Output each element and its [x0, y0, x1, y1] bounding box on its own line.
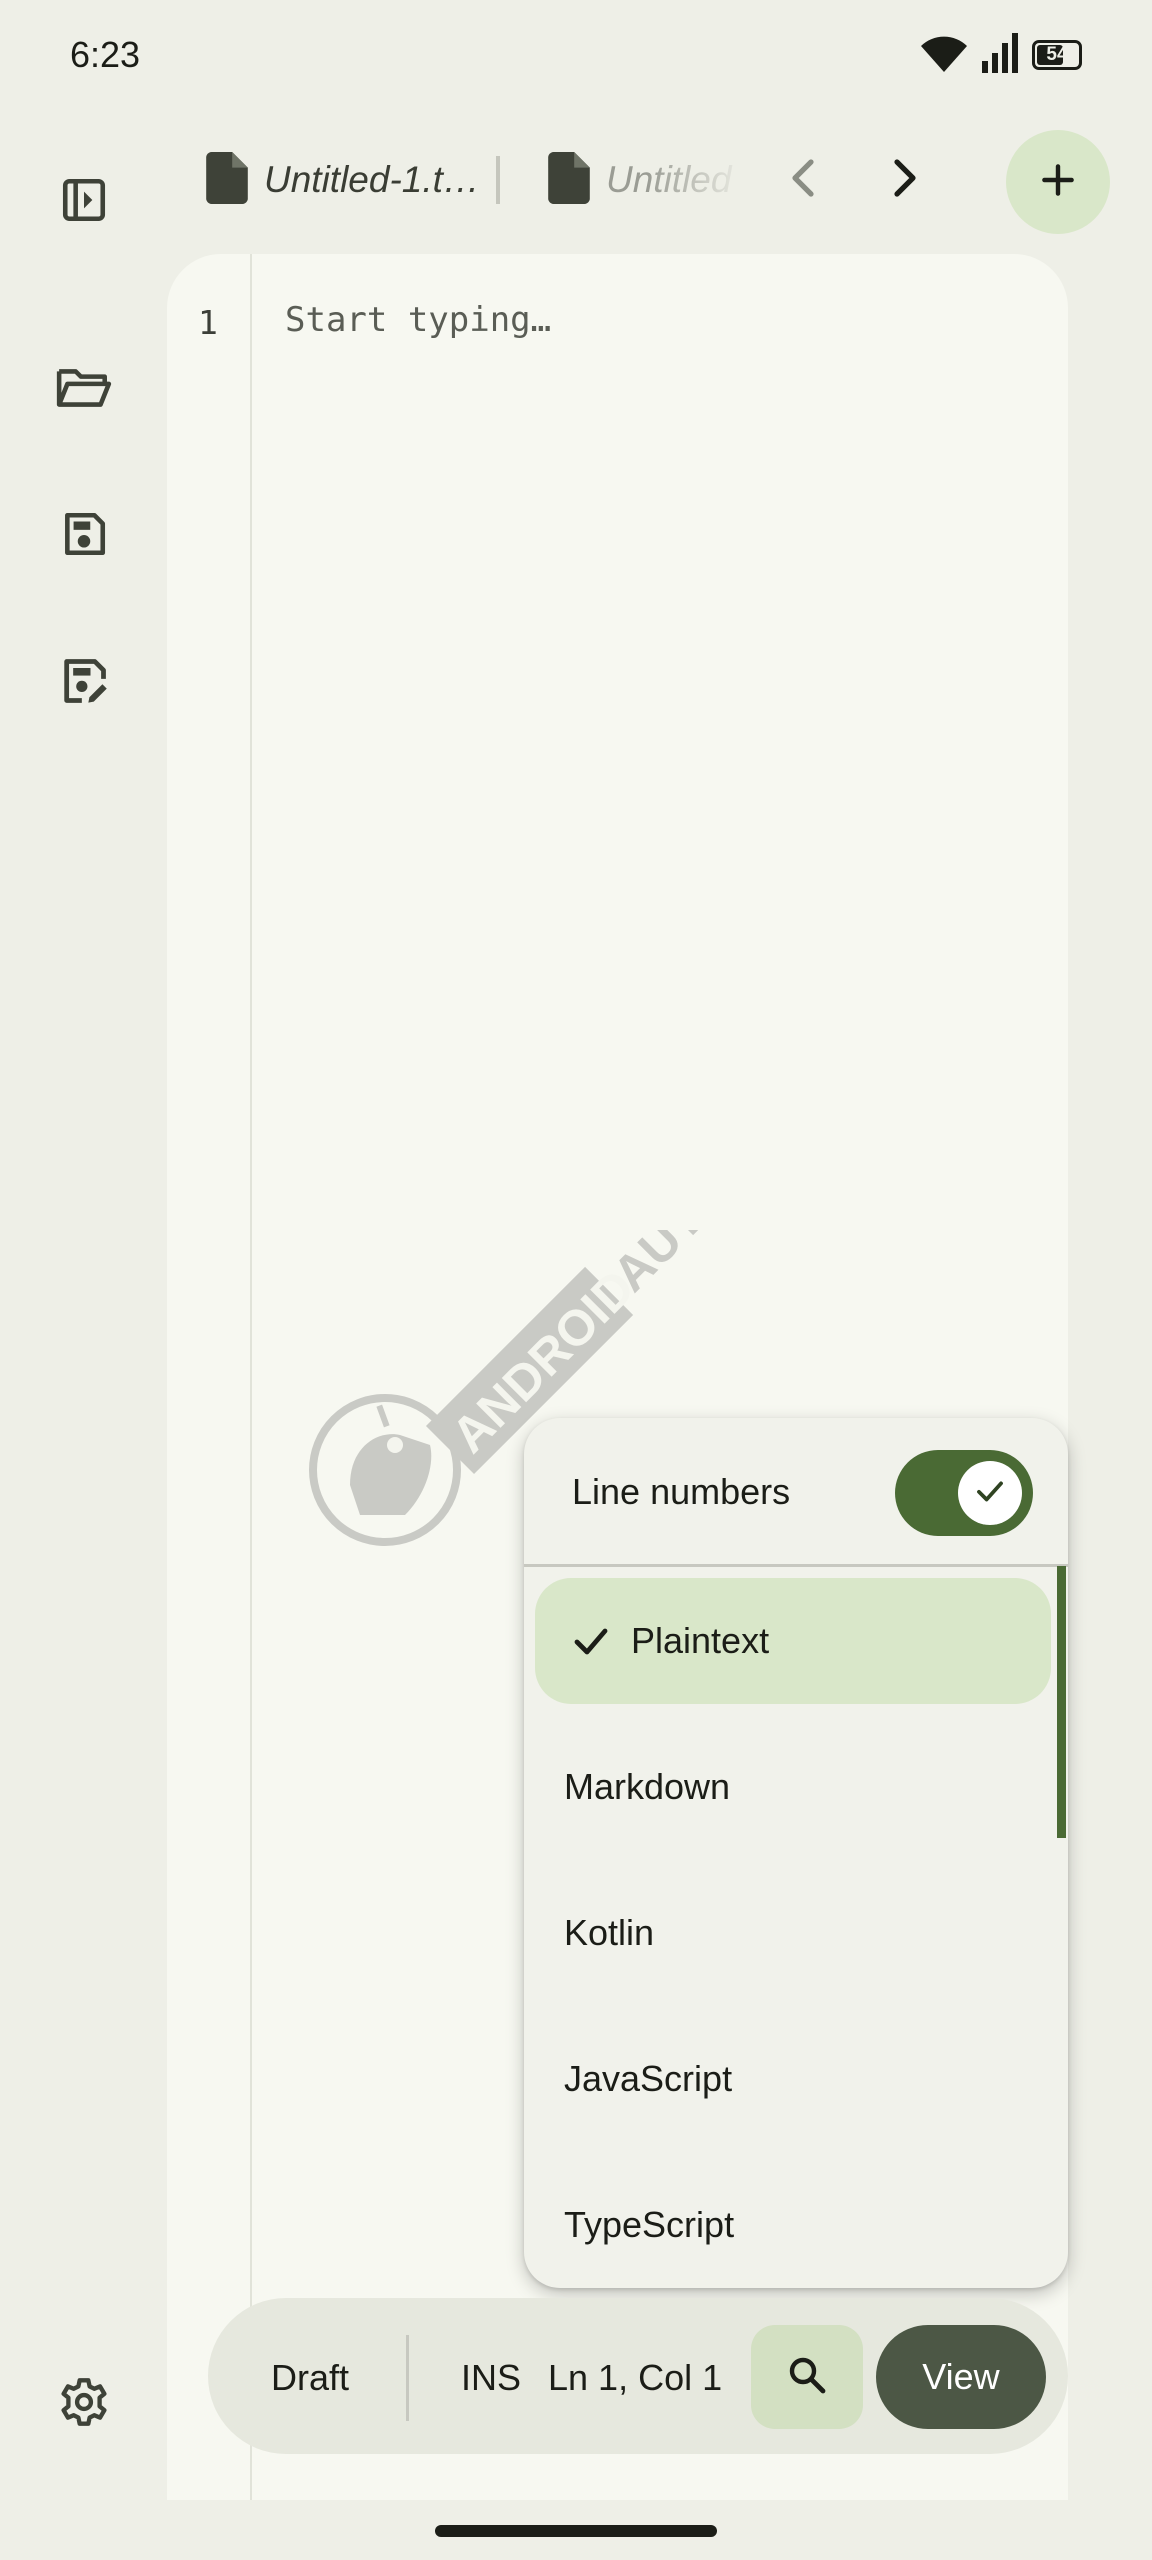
menu-item-label: Markdown — [564, 1766, 731, 1807]
tab-label: Untitled — [606, 159, 732, 200]
wifi-icon — [920, 33, 968, 78]
view-button[interactable]: View — [876, 2325, 1046, 2429]
menu-item-typescript[interactable]: TypeScript — [524, 2162, 1064, 2288]
line-numbers-label: Line numbers — [572, 1471, 791, 1512]
search-button[interactable] — [751, 2325, 863, 2429]
chevron-right-icon — [891, 158, 919, 203]
line-numbers-row[interactable]: Line numbers — [524, 1418, 1068, 1566]
chevron-left-icon — [789, 158, 817, 203]
save-as-icon — [58, 655, 110, 712]
check-icon — [973, 1474, 1007, 1513]
status-icons: 54 — [920, 32, 1082, 78]
status-time: 6:23 — [70, 34, 141, 75]
menu-item-label: JavaScript — [564, 2058, 733, 2099]
menu-item-label: Plaintext — [631, 1620, 770, 1661]
menu-item-markdown[interactable]: Markdown — [524, 1724, 1064, 1850]
settings-button[interactable] — [44, 2364, 124, 2444]
tab-strip: Untitled-1.t… Untitled — [166, 140, 996, 220]
menu-item-label: Kotlin — [564, 1912, 655, 1953]
save-icon — [59, 509, 109, 564]
cursor-position[interactable]: Ln 1, Col 1 — [548, 2357, 722, 2399]
next-tab-button[interactable] — [860, 140, 950, 220]
battery-icon: 54 — [1032, 40, 1082, 70]
line-numbers-switch[interactable] — [895, 1450, 1033, 1536]
menu-divider — [524, 1564, 1068, 1567]
draft-label[interactable]: Draft — [271, 2357, 349, 2399]
tab-untitled-1[interactable]: Untitled-1.t… — [166, 140, 496, 220]
open-file-button[interactable] — [44, 350, 124, 430]
tab-untitled-2[interactable]: Untitled — [500, 140, 746, 220]
menu-item-plaintext[interactable]: Plaintext — [535, 1578, 1051, 1704]
insert-mode-label[interactable]: INS — [461, 2357, 521, 2399]
save-as-button[interactable] — [44, 643, 124, 723]
previous-tab-button[interactable] — [758, 140, 848, 220]
open-folder-icon — [55, 363, 113, 418]
battery-level: 54 — [1046, 44, 1068, 65]
menu-item-javascript[interactable]: JavaScript — [524, 2016, 1064, 2142]
editor-placeholder[interactable]: Start typing… — [285, 300, 551, 340]
menu-item-kotlin[interactable]: Kotlin — [524, 1870, 1064, 1996]
search-icon — [787, 2355, 827, 2400]
language-menu: Line numbers Plaintext Markdown Kotlin J… — [524, 1418, 1068, 2288]
switch-knob — [958, 1461, 1022, 1525]
sidebar-toggle-button[interactable] — [44, 162, 124, 242]
save-button[interactable] — [44, 496, 124, 576]
plus-icon — [1041, 163, 1075, 202]
add-tab-button[interactable] — [1006, 130, 1110, 234]
gesture-bar[interactable] — [435, 2525, 717, 2537]
file-icon — [206, 151, 248, 209]
sidebar-toggle-icon — [59, 175, 109, 230]
menu-item-label: TypeScript — [564, 2204, 735, 2245]
cellular-signal-icon — [982, 32, 1018, 78]
line-number: 1 — [198, 303, 218, 342]
gutter-divider — [250, 254, 252, 2500]
settings-gear-icon — [58, 2376, 110, 2433]
menu-scrollbar[interactable] — [1057, 1566, 1066, 1838]
check-icon — [571, 1621, 631, 1661]
tab-label: Untitled-1.t… — [264, 159, 480, 200]
file-icon — [548, 151, 590, 209]
status-divider — [406, 2335, 409, 2421]
